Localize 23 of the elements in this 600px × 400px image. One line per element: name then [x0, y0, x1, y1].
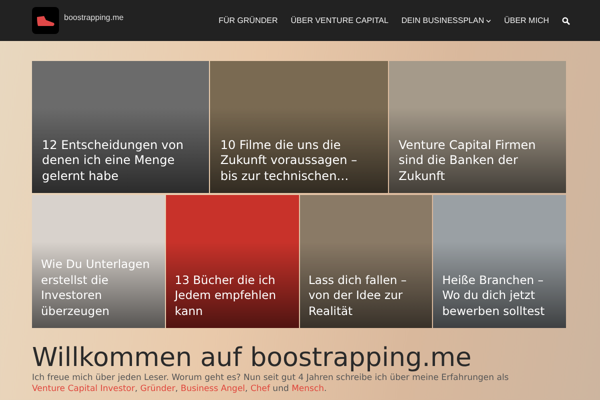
article-card[interactable]: 12 Entscheidungen von denen ich eine Menge gelernt habe [32, 61, 210, 193]
article-title: Wie Du Unterlagen erstellst die Investoren überzeugen [40, 257, 151, 320]
nav-link[interactable]: DEIN BUSINESSPLAN [401, 14, 492, 26]
article-title: 10 Filme die uns die Zukunft voraussagen – bis zur technischen… [219, 138, 358, 184]
article-title: Heiße Branchen – Wo du dich jetzt bewerben solltest [441, 272, 546, 320]
search-icon[interactable] [562, 16, 570, 24]
page-heading: Willkommen auf boostrapping.me [32, 344, 473, 372]
article-title: Lass dich fallen – von der Idee zur Realität [308, 272, 408, 320]
site-name[interactable]: boostrapping.me [64, 12, 124, 24]
article-card[interactable]: 10 Filme die uns die Zukunft voraussagen – bis zur technischen… [210, 61, 388, 193]
nav-link[interactable]: ÜBER VENTURE CAPITAL [290, 14, 388, 26]
nav-link[interactable]: ÜBER MICH [504, 14, 549, 26]
article-card[interactable]: 13 Bücher die ich Jedem empfehlen kann [166, 195, 298, 328]
intro-paragraph: Ich freue mich über jeden Leser. Worum geht es? Nun seit gut 4 Jahren schreibe ich über meine Erfahrungen als Venture Capital Investor, Gründer, Business Angel, Chef und Mensch. [32, 373, 510, 395]
article-title: 12 Entscheidungen von denen ich eine Menge gelernt habe [41, 138, 184, 184]
nav-link[interactable]: FÜR GRÜNDER [218, 14, 278, 26]
article-card[interactable]: Lass dich fallen – von der Idee zur Realität [300, 195, 432, 328]
logo-icon[interactable] [32, 7, 59, 34]
article-card[interactable]: Wie Du Unterlagen erstellst die Investoren überzeugen [32, 195, 165, 328]
article-title: Venture Capital Firmen sind die Banken der Zukunft [398, 138, 537, 184]
article-title: 13 Bücher die ich Jedem empfehlen kann [173, 272, 277, 320]
article-card[interactable]: Heiße Branchen – Wo du dich jetzt bewerben solltest [433, 195, 566, 328]
article-card[interactable]: Venture Capital Firmen sind die Banken der Zukunft [388, 61, 566, 193]
